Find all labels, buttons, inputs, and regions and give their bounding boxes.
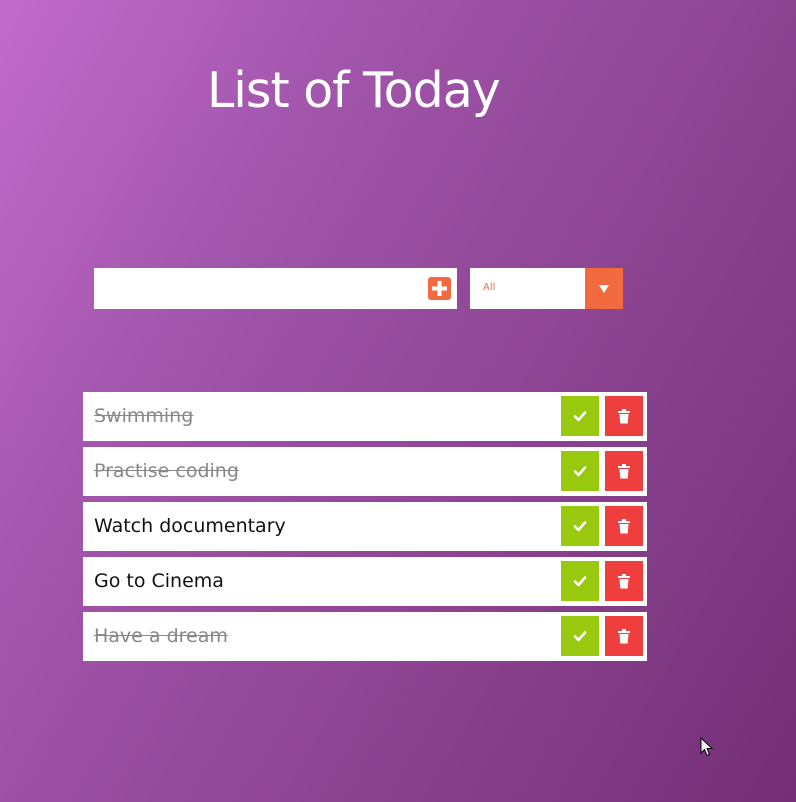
complete-button[interactable]: [561, 451, 599, 491]
trash-icon: [618, 574, 630, 589]
delete-button[interactable]: [605, 396, 643, 436]
check-icon: [573, 521, 587, 532]
complete-button[interactable]: [561, 506, 599, 546]
todo-list: Swimming Practise coding Watch documenta…: [83, 392, 647, 667]
mouse-cursor-icon: [700, 737, 714, 757]
delete-button[interactable]: [605, 561, 643, 601]
filter-select[interactable]: All: [470, 268, 623, 309]
todo-item: Have a dream: [83, 612, 647, 661]
check-icon: [573, 576, 587, 587]
trash-icon: [618, 519, 630, 534]
delete-button[interactable]: [605, 506, 643, 546]
delete-button[interactable]: [605, 451, 643, 491]
filter-dropdown-button[interactable]: [585, 268, 623, 309]
delete-button[interactable]: [605, 616, 643, 656]
complete-button[interactable]: [561, 396, 599, 436]
check-icon: [573, 466, 587, 477]
trash-icon: [618, 409, 630, 424]
trash-icon: [618, 629, 630, 644]
todo-text: Practise coding: [94, 460, 239, 482]
todo-item: Watch documentary: [83, 502, 647, 551]
todo-text: Watch documentary: [94, 515, 286, 537]
add-todo-button[interactable]: [428, 277, 451, 300]
todo-item: Practise coding: [83, 447, 647, 496]
complete-button[interactable]: [561, 616, 599, 656]
todo-item: Go to Cinema: [83, 557, 647, 606]
check-icon: [573, 411, 587, 422]
plus-icon: [432, 281, 447, 296]
caret-down-icon: [599, 285, 609, 293]
page-title: List of Today: [207, 62, 501, 119]
complete-button[interactable]: [561, 561, 599, 601]
filter-selected-value: All: [483, 282, 496, 293]
todo-input[interactable]: [94, 268, 414, 309]
todo-text: Swimming: [94, 405, 194, 427]
todo-input-container: [94, 268, 457, 309]
check-icon: [573, 631, 587, 642]
todo-text: Go to Cinema: [94, 570, 224, 592]
trash-icon: [618, 464, 630, 479]
todo-item: Swimming: [83, 392, 647, 441]
todo-text: Have a dream: [94, 625, 228, 647]
